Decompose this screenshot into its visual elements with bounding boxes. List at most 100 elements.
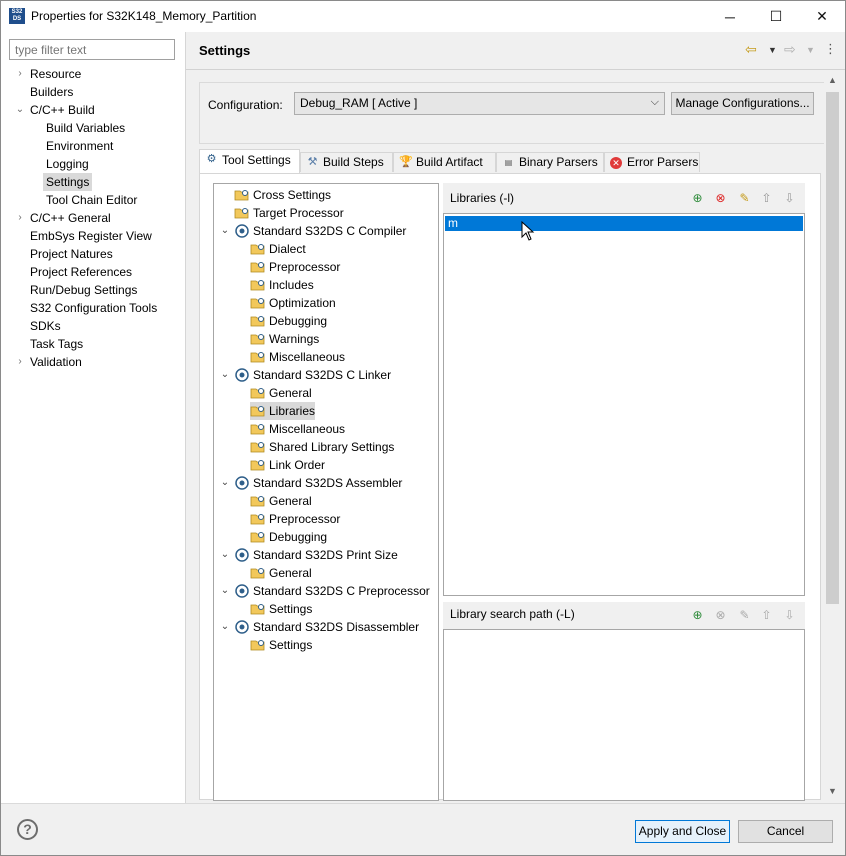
tool-tree-item[interactable]: Settings [250, 600, 312, 618]
back-menu-chevron-icon[interactable]: ▼ [768, 45, 777, 55]
tab-error-parsers[interactable]: ✕ Error Parsers [604, 152, 700, 172]
folder-settings-icon [250, 424, 265, 435]
minimize-button[interactable]: ─ [707, 1, 753, 32]
sidebar-item-tool-chain-editor[interactable]: Tool Chain Editor [46, 191, 137, 209]
tool-tree-item[interactable]: General [250, 384, 312, 402]
sidebar-item-embsys-register-view[interactable]: EmbSys Register View [30, 227, 152, 245]
tool-tree-item[interactable]: Shared Library Settings [250, 438, 394, 456]
library-search-path-list[interactable] [443, 629, 805, 801]
tool-tree-group[interactable]: Standard S32DS C Preprocessor [234, 582, 430, 600]
tool-tree-group[interactable]: Standard S32DS Print Size [234, 546, 398, 564]
cancel-button[interactable]: Cancel [738, 820, 833, 843]
collapse-toggle-icon[interactable]: ⌄ [220, 222, 230, 240]
back-arrow-icon[interactable]: ⇦ [745, 41, 757, 58]
move-path-down-icon[interactable]: ⇩ [782, 607, 797, 623]
add-icon[interactable]: ⊕ [690, 190, 705, 206]
configuration-select[interactable]: Debug_RAM [ Active ] ⌵ [294, 92, 665, 115]
library-item[interactable]: m [445, 216, 803, 231]
sidebar-item-environment[interactable]: Environment [46, 137, 113, 155]
tab-tool-settings[interactable]: ⚙ Tool Settings [199, 149, 300, 173]
tool-tree-group[interactable]: Standard S32DS C Compiler [234, 222, 406, 240]
sidebar-item-run-debug-settings[interactable]: Run/Debug Settings [30, 281, 137, 299]
edit-icon[interactable]: ✎ [737, 190, 752, 206]
tool-tree-item[interactable]: Link Order [250, 456, 325, 474]
vertical-scrollbar[interactable]: ▲ ▼ [824, 72, 841, 800]
sidebar-item-settings[interactable]: Settings [43, 173, 93, 191]
collapse-toggle-icon[interactable]: ⌄ [220, 546, 230, 564]
tool-tree-item[interactable]: Miscellaneous [250, 348, 345, 366]
tool-tree-group[interactable]: Standard S32DS Assembler [234, 474, 402, 492]
tool-tree-item[interactable]: Libraries [250, 402, 316, 420]
collapse-toggle-icon[interactable]: ⌄ [220, 582, 230, 600]
sidebar-item-project-references[interactable]: Project References [30, 263, 132, 281]
tool-tree-item[interactable]: Target Processor [234, 204, 344, 222]
scroll-up-icon[interactable]: ▲ [824, 72, 841, 89]
manage-configurations-button[interactable]: Manage Configurations... [671, 92, 814, 115]
sidebar-item-logging[interactable]: Logging [46, 155, 89, 173]
delete-icon[interactable]: ⊗ [713, 190, 728, 206]
tool-tree-item[interactable]: Dialect [250, 240, 306, 258]
apply-and-close-button[interactable]: Apply and Close [635, 820, 730, 843]
folder-settings-icon [250, 604, 265, 615]
scroll-down-icon[interactable]: ▼ [824, 783, 841, 800]
scrollbar-thumb[interactable] [826, 92, 839, 604]
tool-tree-item[interactable]: General [250, 564, 312, 582]
tool-tree-item[interactable]: Debugging [250, 528, 327, 546]
collapse-toggle-icon[interactable]: ⌄ [220, 366, 230, 384]
sidebar-item-cc-build[interactable]: C/C++ Build [30, 101, 95, 119]
sidebar-item-builders[interactable]: Builders [30, 83, 73, 101]
configuration-group: Configuration: Debug_RAM [ Active ] ⌵ Ma… [199, 82, 827, 144]
tool-tree-item[interactable]: Settings [250, 636, 312, 654]
tool-tree-item[interactable]: Warnings [250, 330, 319, 348]
expand-validation-icon[interactable]: › [15, 353, 25, 371]
tool-tree-label: Standard S32DS Disassembler [253, 620, 420, 634]
sidebar-item-resource[interactable]: Resource [30, 65, 81, 83]
tab-build-steps[interactable]: ⚒ Build Steps [300, 152, 393, 172]
move-path-up-icon[interactable]: ⇧ [759, 607, 774, 623]
sidebar-item-build-variables[interactable]: Build Variables [46, 119, 125, 137]
tool-tree-group[interactable]: Standard S32DS C Linker [234, 366, 391, 384]
tool-tree-item[interactable]: Preprocessor [250, 258, 340, 276]
edit-path-icon[interactable]: ✎ [737, 607, 752, 623]
tool-tree-item[interactable]: Preprocessor [250, 510, 340, 528]
tool-tree-item[interactable]: Optimization [250, 294, 336, 312]
tool-tree-label: Settings [269, 602, 313, 616]
tool-tree-item[interactable]: Debugging [250, 312, 327, 330]
properties-dialog: S32 DS Properties for S32K148_Memory_Par… [0, 0, 846, 856]
folder-settings-icon [250, 532, 265, 543]
tab-tool-settings-label: Tool Settings [222, 153, 291, 167]
delete-path-icon[interactable]: ⊗ [713, 607, 728, 623]
view-menu-icon[interactable]: ⋮ [824, 41, 837, 57]
tab-binary-parsers[interactable]: ▤ Binary Parsers [496, 152, 604, 172]
collapse-toggle-icon[interactable]: ⌄ [220, 474, 230, 492]
tool-tree-group[interactable]: Standard S32DS Disassembler [234, 618, 419, 636]
move-up-icon[interactable]: ⇧ [759, 190, 774, 206]
expand-resource-icon[interactable]: › [15, 65, 25, 83]
add-path-icon[interactable]: ⊕ [690, 607, 705, 623]
tool-settings-panel: Cross Settings Target Processor ⌄ Standard … [199, 173, 821, 801]
maximize-button[interactable]: ☐ [753, 1, 799, 32]
tool-tree-item[interactable]: General [250, 492, 312, 510]
sidebar-item-sdks[interactable]: SDKs [30, 317, 61, 335]
sidebar-item-validation[interactable]: Validation [30, 353, 82, 371]
collapse-toggle-icon[interactable]: ⌄ [220, 618, 230, 636]
forward-arrow-icon[interactable]: ⇨ [784, 41, 796, 58]
expand-cc-general-icon[interactable]: › [15, 209, 25, 227]
help-icon[interactable]: ? [17, 819, 38, 840]
tab-build-artifact[interactable]: 🏆 Build Artifact [393, 152, 496, 172]
collapse-cc-build-icon[interactable]: ⌄ [15, 101, 25, 119]
tool-tree-item[interactable]: Includes [250, 276, 314, 294]
tool-tree-item[interactable]: Miscellaneous [250, 420, 345, 438]
tool-tree-item[interactable]: Cross Settings [234, 186, 331, 204]
move-down-icon[interactable]: ⇩ [782, 190, 797, 206]
sidebar-item-cc-general[interactable]: C/C++ General [30, 209, 111, 227]
sidebar-item-project-natures[interactable]: Project Natures [30, 245, 113, 263]
sidebar-item-task-tags[interactable]: Task Tags [30, 335, 83, 353]
close-button[interactable]: ✕ [799, 1, 845, 32]
libraries-list[interactable]: m [443, 213, 805, 596]
s32ds-app-icon: S32 DS [9, 8, 25, 24]
filter-input[interactable] [9, 39, 175, 60]
forward-menu-chevron-icon[interactable]: ▼ [806, 45, 815, 55]
sidebar-item-s32-configuration-tools[interactable]: S32 Configuration Tools [30, 299, 157, 317]
tool-icon [235, 548, 249, 562]
